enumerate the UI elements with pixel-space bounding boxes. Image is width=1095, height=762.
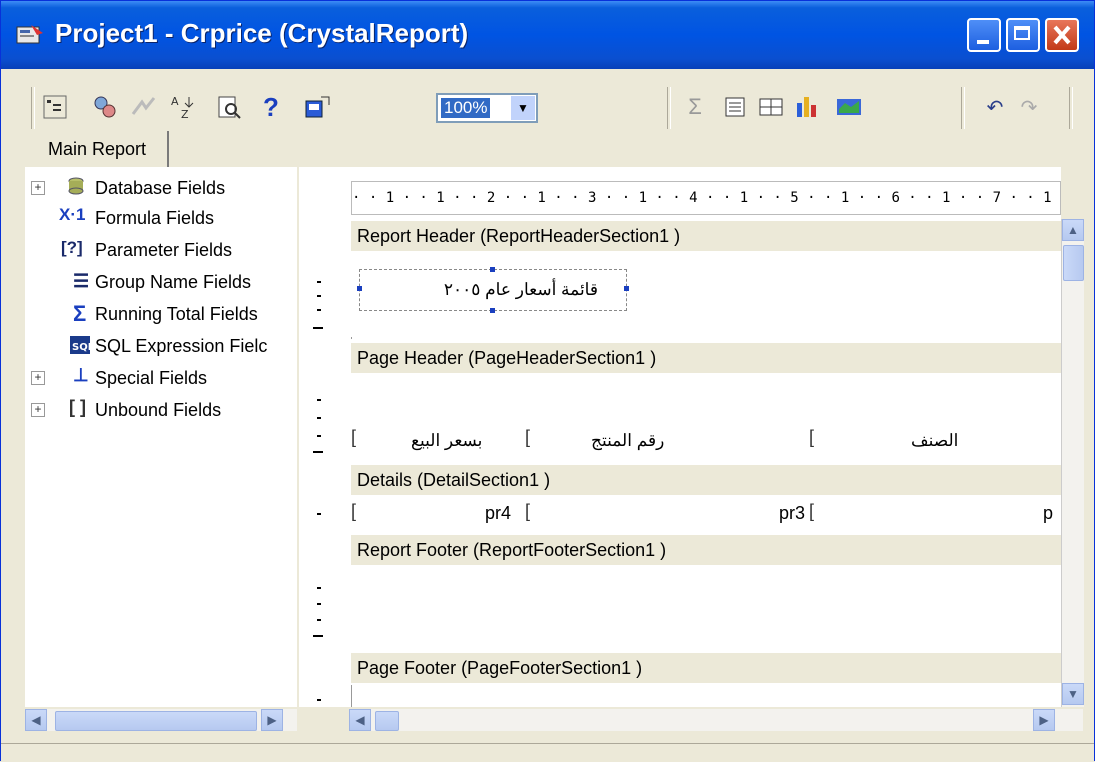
link-icon[interactable]	[127, 91, 159, 123]
detail-field-pr4[interactable]: pr4	[361, 503, 511, 524]
detail-field-p[interactable]: p	[821, 503, 1053, 524]
section-page-footer[interactable]: Page Footer (PageFooterSection1 )	[351, 653, 1061, 683]
report-design-area: · · 1 · · 1 · · 2 · · 1 · · 3 · · 1 · · …	[299, 167, 1061, 707]
expand-icon[interactable]: +	[31, 403, 45, 417]
explorer-horizontal-scrollbar[interactable]: ◀ ▶	[25, 709, 297, 731]
scroll-up-icon[interactable]: ▲	[1062, 219, 1084, 241]
sort-icon[interactable]: AZ	[167, 91, 199, 123]
expand-icon[interactable]: +	[31, 371, 45, 385]
tree-item-label: Running Total Fields	[95, 303, 258, 324]
column-header-sale-price[interactable]: بسعر البيع	[411, 431, 523, 451]
scroll-down-icon[interactable]: ▼	[1062, 683, 1084, 705]
details-band[interactable]: [ pr4 [ pr3 [ p	[351, 497, 1061, 531]
section-gutter	[299, 569, 352, 649]
toolbar-separator	[1069, 87, 1073, 129]
tree-item-label: SQL Expression Fielc	[95, 335, 268, 356]
tree-item-label: Database Fields	[95, 177, 226, 198]
svg-text:Z: Z	[181, 108, 189, 121]
minimize-icon	[977, 40, 989, 44]
tree-toggle-icon[interactable]	[39, 91, 71, 123]
svg-text:A: A	[171, 95, 179, 108]
scroll-left-icon[interactable]: ◀	[25, 709, 47, 731]
scroll-thumb[interactable]	[375, 711, 399, 731]
report-footer-band[interactable]	[351, 569, 1061, 649]
horizontal-ruler: · · 1 · · 1 · · 2 · · 1 · · 3 · · 1 · · …	[351, 181, 1061, 215]
section-gutter	[299, 497, 352, 531]
page-header-band[interactable]: [ بسعر البيع [ رقم المنتج [ الصنف	[351, 377, 1061, 461]
cross-tab-icon[interactable]	[755, 91, 787, 123]
report-window-icon	[15, 23, 45, 47]
search-icon[interactable]	[213, 91, 245, 123]
field-explorer: + Database Fields X·1 Formula Fields [?]…	[25, 167, 297, 707]
running-total-icon: Σ	[73, 301, 87, 326]
column-header-item[interactable]: الصنف	[911, 431, 1057, 451]
scroll-left-icon[interactable]: ◀	[349, 709, 371, 731]
sum-icon[interactable]: Σ	[679, 91, 711, 123]
report-designer-window: Project1 - Crprice (CrystalReport) AZ ?	[0, 0, 1095, 762]
special-fields-icon: ⊥	[73, 365, 89, 385]
redo-icon[interactable]: ↷	[1013, 91, 1045, 123]
detail-field-pr3[interactable]: pr3	[535, 503, 805, 524]
section-report-header[interactable]: Report Header (ReportHeaderSection1 )	[351, 221, 1061, 251]
column-header-product-number[interactable]: رقم المنتج	[591, 431, 751, 451]
zoom-select[interactable]: 100% ▼	[436, 93, 538, 123]
section-page-header[interactable]: Page Header (PageHeaderSection1 )	[351, 343, 1061, 373]
svg-text:SQL: SQL	[72, 342, 91, 353]
section-gutter	[299, 685, 352, 707]
zoom-value: 100%	[441, 98, 491, 118]
toolbar: AZ ? 100% ▼ Σ ↶ ↷	[11, 77, 1086, 135]
database-icon	[67, 176, 85, 201]
design-vertical-scrollbar[interactable]: ▲ ▼	[1061, 219, 1084, 707]
scroll-thumb[interactable]	[1063, 245, 1084, 281]
scroll-right-icon[interactable]: ▶	[1033, 709, 1055, 731]
sql-icon: SQL	[69, 335, 95, 360]
design-horizontal-scrollbar[interactable]: ◀ ▶	[349, 709, 1083, 731]
group-name-icon: ☰	[73, 271, 90, 291]
fields-icon[interactable]	[89, 91, 121, 123]
parameter-icon: [?]	[61, 238, 83, 257]
status-bar	[1, 743, 1094, 762]
report-title-text: قائمة أسعار عام ٢٠٠٥	[443, 280, 598, 299]
scroll-thumb[interactable]	[55, 711, 257, 731]
help-icon[interactable]: ?	[255, 91, 287, 123]
tab-main-report[interactable]: Main Report	[27, 131, 169, 167]
tree-item-label: Parameter Fields	[95, 239, 233, 260]
map-icon[interactable]	[833, 91, 865, 123]
tree-item-label: Formula Fields	[95, 207, 215, 228]
tree-item-label: Group Name Fields	[95, 271, 252, 292]
section-details[interactable]: Details (DetailSection1 )	[351, 465, 1061, 495]
tree-item-label: Special Fields	[95, 367, 208, 388]
report-header-band[interactable]: قائمة أسعار عام ٢٠٠٥	[351, 261, 1061, 337]
section-gutter	[299, 377, 352, 461]
toolbar-separator	[961, 87, 965, 129]
formula-icon: X·1	[59, 205, 86, 224]
undo-icon[interactable]: ↶	[979, 91, 1011, 123]
close-button[interactable]	[1045, 18, 1079, 52]
chevron-down-icon[interactable]: ▼	[511, 96, 535, 120]
minimize-button[interactable]	[967, 18, 1001, 52]
group-icon[interactable]	[719, 91, 751, 123]
window-title: Project1 - Crprice (CrystalReport)	[55, 18, 469, 48]
title-bar[interactable]: Project1 - Crprice (CrystalReport)	[1, 1, 1094, 69]
maximize-icon	[1014, 26, 1030, 40]
close-icon	[1053, 25, 1071, 45]
expand-icon[interactable]: +	[31, 181, 45, 195]
maximize-button[interactable]	[1006, 18, 1040, 52]
section-report-footer[interactable]: Report Footer (ReportFooterSection1 )	[351, 535, 1061, 565]
section-gutter	[299, 261, 352, 339]
unbound-fields-icon: [ ]	[69, 397, 86, 417]
report-title-object[interactable]: قائمة أسعار عام ٢٠٠٥	[357, 267, 629, 313]
chart-icon[interactable]	[791, 91, 823, 123]
scroll-right-icon[interactable]: ▶	[261, 709, 283, 731]
toolbar-separator	[31, 87, 35, 129]
toolbar-separator	[667, 87, 671, 129]
export-icon[interactable]	[301, 91, 333, 123]
tree-item-label: Unbound Fields	[95, 399, 222, 420]
